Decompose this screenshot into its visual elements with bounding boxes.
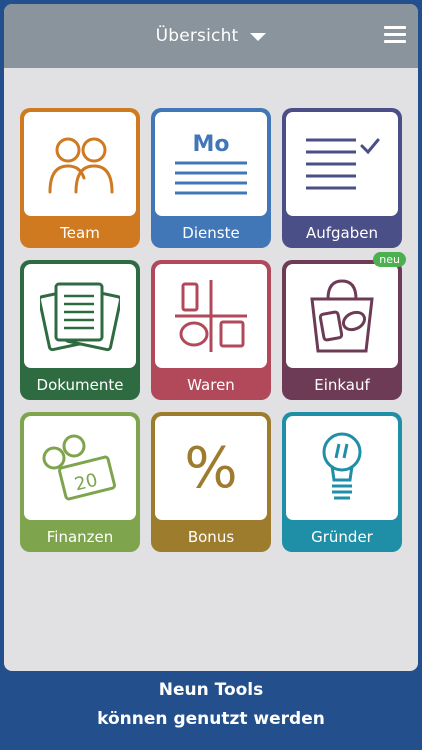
weekday-text: Mo: [192, 132, 229, 157]
calendar-day-icon: Mo: [175, 132, 247, 195]
tile-label: Einkauf: [314, 376, 370, 394]
promo-caption: Neun Tools können genutzt werden: [0, 676, 422, 734]
goods-icon: [175, 280, 247, 352]
team-icon: [48, 137, 114, 194]
tile-face: [24, 112, 136, 216]
lightbulb-icon: [322, 432, 362, 500]
tile-einkauf[interactable]: neu Einkauf: [282, 252, 406, 400]
view-selector[interactable]: Übersicht: [4, 24, 418, 48]
tile-face: [286, 264, 398, 368]
tile-dienste[interactable]: Mo Dienste: [151, 108, 271, 248]
tile-finanzen[interactable]: 20 Finanzen: [20, 412, 140, 552]
tile-bonus[interactable]: % Bonus: [151, 412, 271, 552]
tile-face: [286, 416, 398, 520]
tile-dokumente[interactable]: Dokumente: [20, 260, 140, 400]
hamburger-menu-icon[interactable]: [384, 26, 406, 44]
tile-face: %: [155, 416, 267, 520]
chevron-down-icon: [250, 33, 267, 41]
tile-label: Bonus: [187, 528, 235, 546]
tile-waren[interactable]: Waren: [151, 260, 271, 400]
checklist-icon: [306, 138, 380, 190]
tile-face: [24, 264, 136, 368]
tile-aufgaben[interactable]: Aufgaben: [282, 108, 402, 248]
tile-label: Aufgaben: [305, 224, 379, 242]
tile-gruender[interactable]: Gründer: [282, 412, 402, 552]
tile-label: Team: [60, 224, 100, 242]
documents-icon: [40, 282, 120, 352]
top-bar: Übersicht: [4, 4, 418, 68]
percent-icon: %: [184, 435, 238, 501]
shopping-bag-icon: [310, 279, 374, 353]
tile-label: Dokumente: [36, 376, 124, 394]
tile-team[interactable]: Team: [20, 108, 140, 248]
caption-line-1: Neun Tools: [158, 680, 264, 700]
tile-face: Mo: [155, 112, 267, 216]
tile-label: Finanzen: [46, 528, 114, 546]
tile-face: 20: [24, 416, 136, 520]
tile-label: Dienste: [182, 224, 240, 242]
new-badge: neu: [373, 252, 406, 267]
tile-label: Waren: [187, 376, 235, 394]
caption-line-2: können genutzt werden: [97, 709, 325, 729]
tile-label: Gründer: [311, 528, 373, 546]
page-title: Übersicht: [155, 26, 239, 46]
app-screen: Übersicht Team Mo Dienste Aufgaben Dokum…: [4, 4, 418, 671]
tile-face: [155, 264, 267, 368]
tile-face: [286, 112, 398, 216]
money-icon: 20: [42, 434, 116, 501]
